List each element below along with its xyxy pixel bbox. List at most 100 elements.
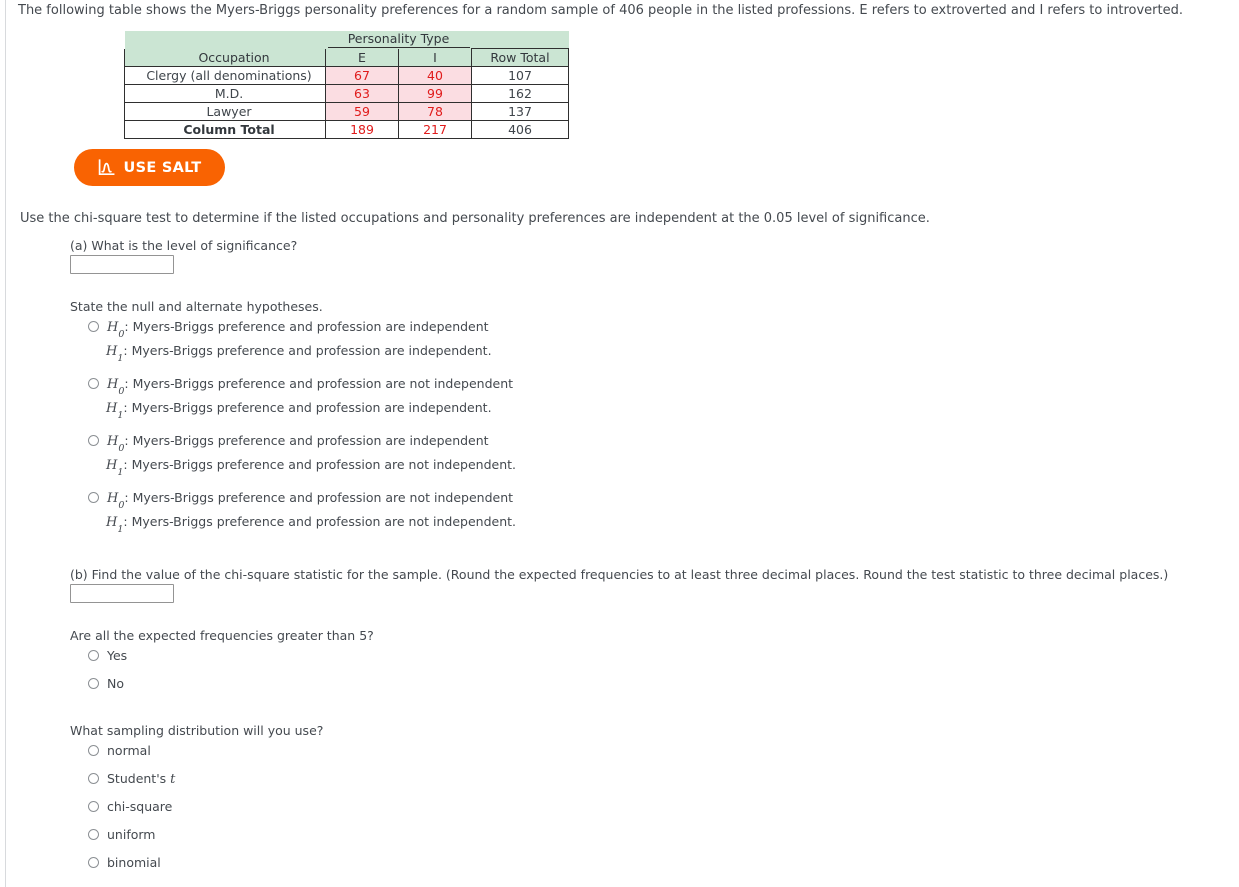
chi-square-instruction: Use the chi-square test to determine if … xyxy=(20,211,930,226)
part-a-prompt: (a) What is the level of significance? xyxy=(70,238,298,253)
h0-symbol: H xyxy=(107,377,119,392)
hypothesis-option-3[interactable]: H0: Myers-Briggs preference and professi… xyxy=(88,432,489,455)
table-column-total-row: Column Total 189 217 406 xyxy=(124,120,569,139)
cell-md-i: 99 xyxy=(398,84,472,103)
radio-hypothesis-1[interactable] xyxy=(88,321,99,332)
personality-type-header: Personality Type xyxy=(325,31,472,49)
h0-symbol: H xyxy=(107,320,119,335)
cell-md-total: 162 xyxy=(471,84,569,103)
table-row: Lawyer 59 78 137 xyxy=(124,102,569,121)
hypothesis-option-2-h1: H1: Myers-Briggs preference and professi… xyxy=(106,399,492,422)
use-salt-label: USE SALT xyxy=(123,159,202,176)
radio-sampling-uniform[interactable] xyxy=(88,829,99,840)
column-header-i: I xyxy=(398,48,472,67)
use-salt-button[interactable]: USE SALT xyxy=(74,149,225,186)
hypothesis-2-h1-text: : Myers-Briggs preference and profession… xyxy=(123,400,492,415)
personality-type-label: Personality Type xyxy=(327,31,470,49)
sampling-distribution-prompt: What sampling distribution will you use? xyxy=(70,723,324,738)
cell-md-e: 63 xyxy=(325,84,399,103)
expected-freq-yes-label: Yes xyxy=(107,648,128,663)
hypothesis-1-h0-text: : Myers-Briggs preference and profession… xyxy=(124,319,489,334)
radio-hypothesis-2[interactable] xyxy=(88,378,99,389)
hypothesis-option-1[interactable]: H0: Myers-Briggs preference and professi… xyxy=(88,318,489,341)
part-b-prompt: (b) Find the value of the chi-square sta… xyxy=(70,567,1169,582)
h0-symbol: H xyxy=(107,491,119,506)
sampling-dist-option-normal[interactable]: normal xyxy=(88,742,151,759)
chi-square-statistic-input[interactable] xyxy=(70,584,174,603)
cell-lawyer-e: 59 xyxy=(325,102,399,121)
cell-coltotal-e: 189 xyxy=(325,120,399,139)
column-header-row-total: Row Total xyxy=(471,48,569,67)
sampling-students-t-variable: t xyxy=(170,772,176,787)
cell-lawyer-total: 137 xyxy=(471,102,569,121)
radio-hypothesis-3[interactable] xyxy=(88,435,99,446)
h1-symbol: H xyxy=(106,401,118,416)
expected-freq-option-no[interactable]: No xyxy=(88,675,124,692)
radio-expected-freq-yes[interactable] xyxy=(88,650,99,661)
radio-sampling-chi-square[interactable] xyxy=(88,801,99,812)
hypothesis-option-4[interactable]: H0: Myers-Briggs preference and professi… xyxy=(88,489,513,512)
hypothesis-option-1-h0: H0: Myers-Briggs preference and professi… xyxy=(107,318,489,341)
hypothesis-2-h0-text: : Myers-Briggs preference and profession… xyxy=(124,376,514,391)
hypotheses-prompt: State the null and alternate hypotheses. xyxy=(70,299,323,314)
h1-subscript: 1 xyxy=(117,466,124,478)
table-row: M.D. 63 99 162 xyxy=(124,84,569,103)
sampling-normal-label: normal xyxy=(107,743,151,758)
radio-sampling-binomial[interactable] xyxy=(88,857,99,868)
sampling-dist-option-uniform[interactable]: uniform xyxy=(88,826,155,843)
h0-subscript: 0 xyxy=(118,385,125,397)
occupation-header: Occupation xyxy=(124,48,326,67)
hypothesis-1-h1-text: : Myers-Briggs preference and profession… xyxy=(123,343,492,358)
expected-freq-option-yes[interactable]: Yes xyxy=(88,647,127,664)
h1-symbol: H xyxy=(106,458,118,473)
hypothesis-option-3-h1: H1: Myers-Briggs preference and professi… xyxy=(106,456,516,479)
h1-subscript: 1 xyxy=(117,409,124,421)
cell-lawyer-i: 78 xyxy=(398,102,472,121)
sampling-students-t-label: Student's t xyxy=(107,770,175,788)
hypothesis-option-4-h0: H0: Myers-Briggs preference and professi… xyxy=(107,489,513,512)
sampling-dist-option-students-t[interactable]: Student's t xyxy=(88,770,175,788)
table-topright-blank xyxy=(471,31,569,49)
sampling-students-t-text: Student's xyxy=(107,771,171,786)
row-label-md: M.D. xyxy=(124,84,326,103)
cell-grand-total: 406 xyxy=(471,120,569,139)
sampling-uniform-label: uniform xyxy=(107,827,156,842)
hypothesis-option-2[interactable]: H0: Myers-Briggs preference and professi… xyxy=(88,375,513,398)
hypothesis-4-h1-text: : Myers-Briggs preference and profession… xyxy=(123,514,516,529)
h0-symbol: H xyxy=(107,434,119,449)
radio-hypothesis-4[interactable] xyxy=(88,492,99,503)
hypothesis-option-1-h1: H1: Myers-Briggs preference and professi… xyxy=(106,342,492,365)
sampling-dist-option-chi-square[interactable]: chi-square xyxy=(88,798,172,815)
sampling-binomial-label: binomial xyxy=(107,855,161,870)
expected-frequencies-prompt: Are all the expected frequencies greater… xyxy=(70,628,374,643)
hypothesis-option-3-h0: H0: Myers-Briggs preference and professi… xyxy=(107,432,489,455)
column-header-e: E xyxy=(325,48,399,67)
sampling-dist-option-binomial[interactable]: binomial xyxy=(88,854,161,871)
distribution-curve-icon xyxy=(98,159,115,176)
cell-clergy-i: 40 xyxy=(398,66,472,85)
cell-clergy-total: 107 xyxy=(471,66,569,85)
page-left-rule xyxy=(5,0,6,887)
h1-subscript: 1 xyxy=(117,352,124,364)
row-label-column-total: Column Total xyxy=(124,120,326,139)
expected-freq-no-label: No xyxy=(107,676,124,691)
table-row: Clergy (all denominations) 67 40 107 xyxy=(124,66,569,85)
level-of-significance-input[interactable] xyxy=(70,255,174,274)
h1-symbol: H xyxy=(106,344,118,359)
row-label-lawyer: Lawyer xyxy=(124,102,326,121)
radio-sampling-normal[interactable] xyxy=(88,745,99,756)
cell-coltotal-i: 217 xyxy=(398,120,472,139)
row-label-clergy: Clergy (all denominations) xyxy=(124,66,326,85)
table-header-row: Occupation E I Row Total xyxy=(124,48,569,67)
h0-subscript: 0 xyxy=(118,442,125,454)
intro-text: The following table shows the Myers-Brig… xyxy=(18,3,1183,18)
radio-sampling-students-t[interactable] xyxy=(88,773,99,784)
sampling-chi-square-label: chi-square xyxy=(107,799,173,814)
table-corner-blank xyxy=(124,31,326,49)
table-group-header-row: Personality Type xyxy=(124,31,569,49)
h0-subscript: 0 xyxy=(118,499,125,511)
hypothesis-option-4-h1: H1: Myers-Briggs preference and professi… xyxy=(106,513,516,536)
radio-expected-freq-no[interactable] xyxy=(88,678,99,689)
h1-subscript: 1 xyxy=(117,523,124,535)
hypothesis-3-h0-text: : Myers-Briggs preference and profession… xyxy=(124,433,489,448)
